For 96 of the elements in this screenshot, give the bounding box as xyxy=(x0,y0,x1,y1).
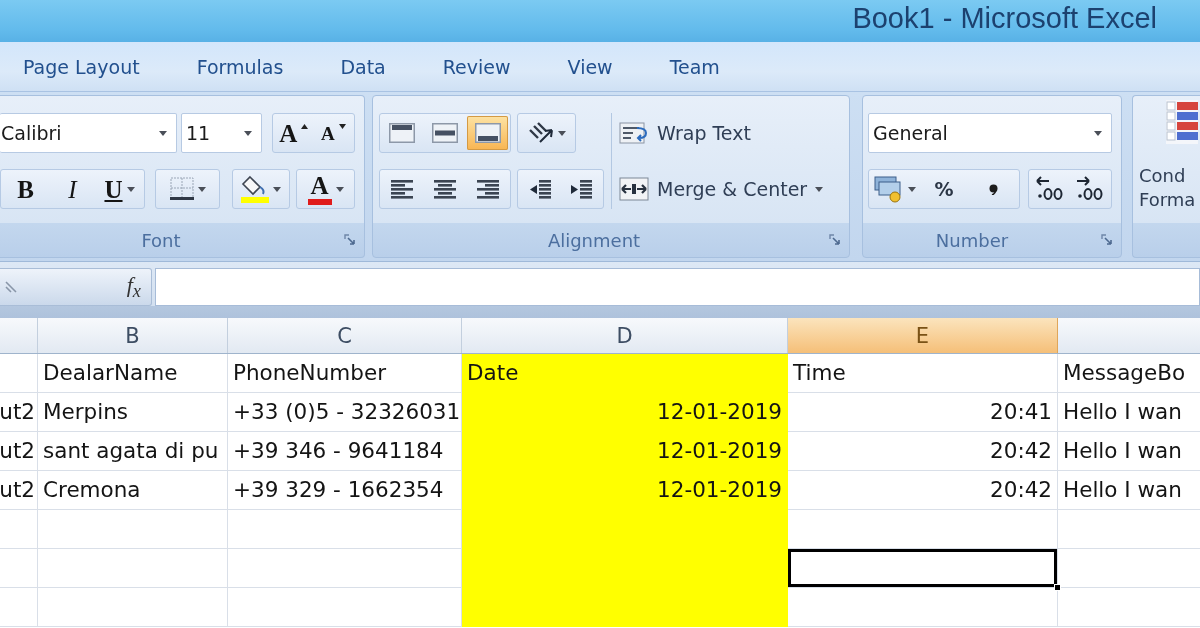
table-cell[interactable]: Cremona xyxy=(38,471,228,510)
indent-icon xyxy=(570,179,593,199)
ribbon-tab[interactable]: Page Layout xyxy=(22,51,141,82)
shrink-font-button[interactable]: A xyxy=(314,116,352,150)
merge-cells-icon xyxy=(619,176,649,202)
fill-handle[interactable] xyxy=(1054,584,1061,591)
align-bottom-icon xyxy=(474,123,501,143)
formula-input[interactable] xyxy=(155,268,1200,306)
paint-bucket-icon xyxy=(241,175,269,203)
banknote-icon xyxy=(873,175,904,203)
caret-icon xyxy=(126,186,135,192)
align-bottom-button[interactable] xyxy=(467,116,508,150)
arrow-circles-icon xyxy=(1035,176,1065,202)
color-swatch-icon xyxy=(307,199,332,205)
ribbon-tab[interactable]: Review xyxy=(441,51,512,82)
active-cell[interactable] xyxy=(788,549,1058,588)
table-cell[interactable]: 20:41 xyxy=(788,393,1058,432)
caret-icon xyxy=(907,186,916,192)
corner-arrow-icon[interactable] xyxy=(829,234,841,246)
table-cell[interactable] xyxy=(38,588,228,627)
table-cell[interactable] xyxy=(38,549,228,588)
ribbon-tab[interactable]: Formulas xyxy=(195,51,285,82)
font-color-button[interactable]: A xyxy=(299,172,352,206)
font-size-dropdown[interactable]: 11 xyxy=(181,113,262,153)
table-cell[interactable] xyxy=(0,510,38,549)
align-top-icon xyxy=(389,123,416,143)
insert-function-button[interactable]: f$_{x}$ xyxy=(124,273,143,301)
table-cell[interactable] xyxy=(228,549,462,588)
column-header[interactable]: E xyxy=(788,318,1058,353)
ribbon-tab[interactable]: View xyxy=(566,51,614,82)
wrap-text-icon xyxy=(619,120,649,146)
table-cell[interactable]: 20:42 xyxy=(788,471,1058,510)
merge-center-button[interactable]: Merge & Center xyxy=(619,169,824,209)
align-middle-icon xyxy=(432,123,458,143)
table-cell[interactable]: 12-01-2019 xyxy=(462,393,788,432)
table-cell[interactable]: 12-01-2019 xyxy=(462,471,788,510)
table-cell[interactable] xyxy=(788,510,1058,549)
caret-icon xyxy=(197,186,206,192)
window-title: Book1 - Microsoft Excel xyxy=(852,2,1157,35)
wrap-text-button[interactable]: Wrap Text xyxy=(619,113,751,153)
table-cell[interactable] xyxy=(228,588,462,627)
caret-icon xyxy=(557,130,566,136)
corner-arrow-icon[interactable] xyxy=(344,234,356,246)
table-cell[interactable]: Time xyxy=(788,354,1058,393)
grip-icon xyxy=(4,280,18,294)
highlighted-cell[interactable] xyxy=(462,588,788,627)
table-cell[interactable]: 20:42 xyxy=(788,432,1058,471)
grid-square-icon xyxy=(169,177,194,201)
percent-style-button[interactable]: % xyxy=(920,172,968,206)
diagonal-arrow-icon xyxy=(527,122,554,144)
table-cell[interactable]: ut2 xyxy=(0,471,38,510)
ribbon-tab[interactable]: Data xyxy=(339,51,387,82)
arrow-circles-icon xyxy=(1075,176,1105,202)
table-cell[interactable]: Date xyxy=(462,354,788,393)
table-cell[interactable]: +33 (0)5 - 32326031 xyxy=(228,393,462,432)
table-cell[interactable]: ut2 xyxy=(0,432,38,471)
table-cell[interactable]: Merpins xyxy=(38,393,228,432)
conditional-formatting-button[interactable]: Cond Forma xyxy=(1133,96,1200,212)
table-cell[interactable]: sant agata di pu xyxy=(38,432,228,471)
table-cell[interactable] xyxy=(38,510,228,549)
bold-button[interactable]: B xyxy=(3,172,48,206)
group-label: Font xyxy=(141,229,181,251)
table-cell[interactable]: DealarName xyxy=(38,354,228,393)
table-cell[interactable]: +39 329 - 1662354 xyxy=(228,471,462,510)
italic-button[interactable]: I xyxy=(50,172,95,206)
table-cell[interactable]: 12-01-2019 xyxy=(462,432,788,471)
table-cell[interactable] xyxy=(0,549,38,588)
underline-button[interactable]: U xyxy=(97,172,142,206)
font-name-dropdown[interactable]: Calibri xyxy=(0,113,177,153)
caret-icon xyxy=(815,186,824,192)
align-left-icon xyxy=(391,179,414,199)
table-cell[interactable] xyxy=(0,354,38,393)
grow-font-button[interactable]: A xyxy=(275,116,313,150)
caret-icon xyxy=(273,186,281,192)
table-cell[interactable] xyxy=(228,510,462,549)
up-triangle-icon xyxy=(301,124,309,129)
number-format-dropdown[interactable]: General xyxy=(868,113,1112,153)
table-cell[interactable]: +39 346 - 9641184 xyxy=(228,432,462,471)
caret-icon xyxy=(159,130,167,136)
comma-icon xyxy=(988,183,998,195)
table-cell[interactable]: ut2 xyxy=(0,393,38,432)
align-center-icon xyxy=(434,179,456,199)
table-cell[interactable] xyxy=(788,588,1058,627)
table-cell[interactable] xyxy=(0,588,38,627)
outdent-icon xyxy=(528,179,551,199)
corner-arrow-icon[interactable] xyxy=(1101,234,1113,246)
table-bars-icon xyxy=(1166,100,1198,144)
align-right-icon xyxy=(476,179,499,199)
down-triangle-icon xyxy=(338,124,346,129)
caret-icon xyxy=(335,186,344,192)
ribbon-tab[interactable]: Team xyxy=(668,51,721,82)
caret-icon xyxy=(244,130,252,136)
table-cell[interactable]: PhoneNumber xyxy=(228,354,462,393)
caret-icon xyxy=(1094,130,1102,136)
group-label: Alignment xyxy=(547,229,641,251)
group-label: Number xyxy=(935,229,1009,251)
